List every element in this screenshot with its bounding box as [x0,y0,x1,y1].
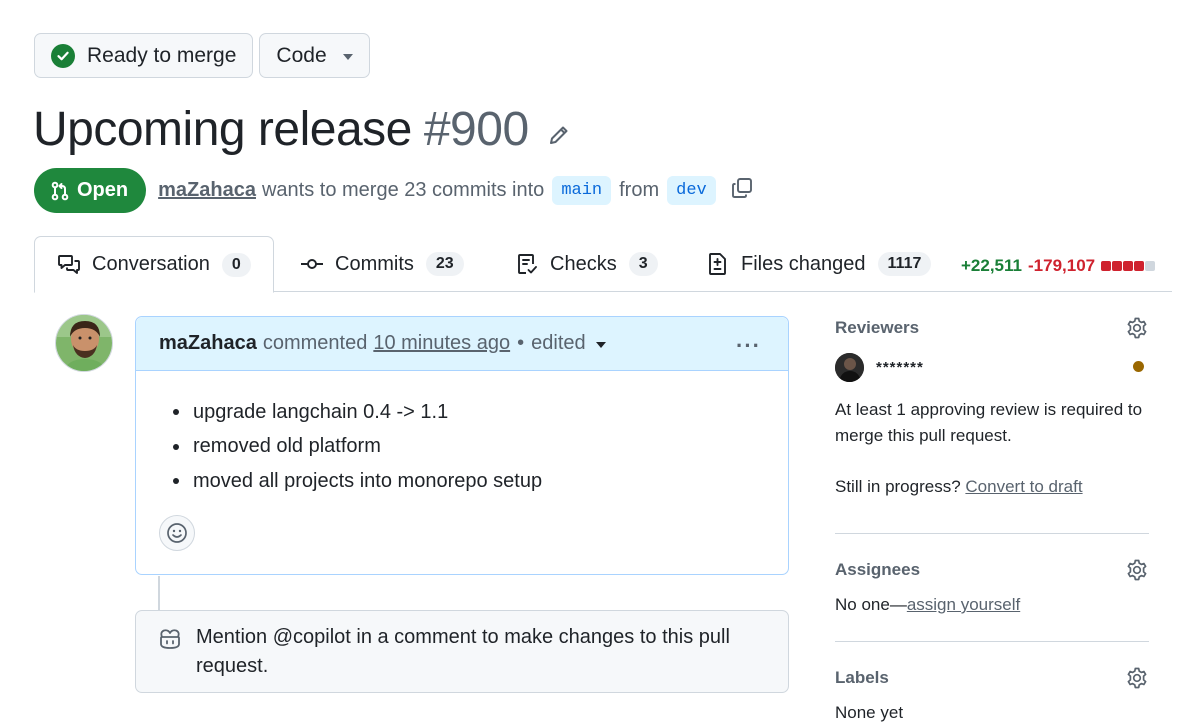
comment-list: upgrade langchain 0.4 -> 1.1 removed old… [171,395,788,499]
top-actions: Ready to merge Code [34,33,370,78]
tab-label: Files changed [741,252,866,275]
comment-body: upgrade langchain 0.4 -> 1.1 removed old… [136,371,788,499]
tab-counter: 23 [425,252,464,276]
tab-counter: 1117 [877,252,932,276]
state-label: Open [77,179,129,201]
tab-counter: 3 [628,252,658,276]
ready-to-merge-button[interactable]: Ready to merge [34,33,254,78]
comment-action: commented [262,332,368,354]
page-title: Upcoming release #900 [33,100,571,159]
draft-prompt-text: Still in progress? [835,477,961,496]
file-diff-icon [709,253,726,275]
pr-number: #900 [423,103,529,156]
gear-icon[interactable] [1125,316,1149,345]
avatar[interactable] [55,314,113,372]
state-badge: Open [34,168,147,213]
comment-timestamp[interactable]: 10 minutes ago [373,332,510,355]
tab-commits[interactable]: Commits 23 [300,236,464,292]
conversation-icon [58,254,80,274]
additions-count: +22,511 [961,256,1022,275]
comment-header: maZahaca commented 10 minutes ago • edit… [136,317,788,371]
copy-icon[interactable] [730,176,754,206]
diffstat-block [1123,261,1134,271]
add-reaction-button[interactable] [159,515,195,551]
list-item: removed old platform [171,430,788,465]
copilot-icon [160,629,180,649]
labels-value: None yet [835,703,904,722]
code-button[interactable]: Code [259,33,370,78]
diffstat-blocks [1101,261,1156,271]
commit-icon [301,259,323,269]
kebab-menu-icon[interactable]: ··· [736,333,761,359]
merge-summary: wants to merge 23 commits into [261,179,545,201]
tab-label: Conversation [92,253,210,275]
reviewer-row[interactable]: ******* [835,352,1149,382]
review-requirement: At least 1 approving review is required … [835,400,1143,445]
from-label: from [619,179,660,201]
list-item: moved all projects into monorepo setup [171,464,788,499]
assignees-empty-text: No one— [835,595,907,614]
assign-yourself-link[interactable]: assign yourself [907,595,1020,614]
tab-label: Commits [335,252,414,275]
pending-review-icon [1133,361,1144,372]
comment-separator: • [517,332,525,354]
diffstat-block [1112,261,1123,271]
gear-icon[interactable] [1125,666,1149,695]
head-branch[interactable]: dev [667,176,716,205]
comment-author[interactable]: maZahaca [159,332,257,355]
copilot-tip: Mention @copilot in a comment to make ch… [135,610,789,693]
checklist-icon [518,254,537,274]
assignees-value: No one—assign yourself [835,592,1149,618]
check-circle-icon [51,43,75,68]
assignees-section: Assignees No one—assign yourself [835,558,1149,618]
deletions-count: -179,107 [1028,256,1096,275]
diffstat-block [1101,261,1112,271]
sidebar: Reviewers ******* At least 1 approving r… [835,316,1149,726]
reviewer-name: ******* [876,358,924,376]
labels-section: Labels None yet [835,666,1149,726]
convert-to-draft-link[interactable]: Convert to draft [965,477,1082,496]
pencil-icon[interactable] [547,104,571,159]
code-button-label: Code [276,43,327,67]
tab-label: Checks [550,252,617,275]
diffstat-block [1134,261,1145,271]
tab-conversation[interactable]: Conversation 0 [34,236,274,293]
reviewer-avatar [835,352,864,382]
ready-to-merge-label: Ready to merge [87,43,237,67]
edited-label[interactable]: edited [531,332,586,355]
smiley-icon [167,523,187,543]
list-item: upgrade langchain 0.4 -> 1.1 [171,395,788,430]
draft-prompt: Still in progress? Convert to draft [835,474,1149,500]
gear-icon[interactable] [1125,558,1149,587]
author-link[interactable]: maZahaca [158,179,256,202]
divider [835,641,1149,642]
reviewers-title: Reviewers [835,318,920,337]
labels-title: Labels [835,668,889,687]
git-pull-request-icon [51,181,69,200]
reviewers-section: Reviewers ******* At least 1 approving r… [835,316,1149,500]
chevron-down-icon[interactable] [595,342,606,348]
base-branch[interactable]: main [552,176,612,205]
tab-checks[interactable]: Checks 3 [515,236,658,292]
chevron-down-icon [342,53,353,60]
pr-state-line: Open maZahaca wants to merge 23 commits … [34,168,754,213]
tab-counter: 0 [221,252,251,277]
comment-card: maZahaca commented 10 minutes ago • edit… [135,316,789,575]
assignees-title: Assignees [835,560,921,579]
copilot-tip-text: Mention @copilot in a comment to make ch… [196,626,730,677]
divider [835,533,1149,534]
pr-title: Upcoming release [33,103,412,156]
diffstat: +22,511 -179,107 [961,256,1156,276]
timeline-connector [158,576,160,610]
tab-files-changed[interactable]: Files changed 1117 [706,236,932,292]
diffstat-block [1145,261,1156,271]
